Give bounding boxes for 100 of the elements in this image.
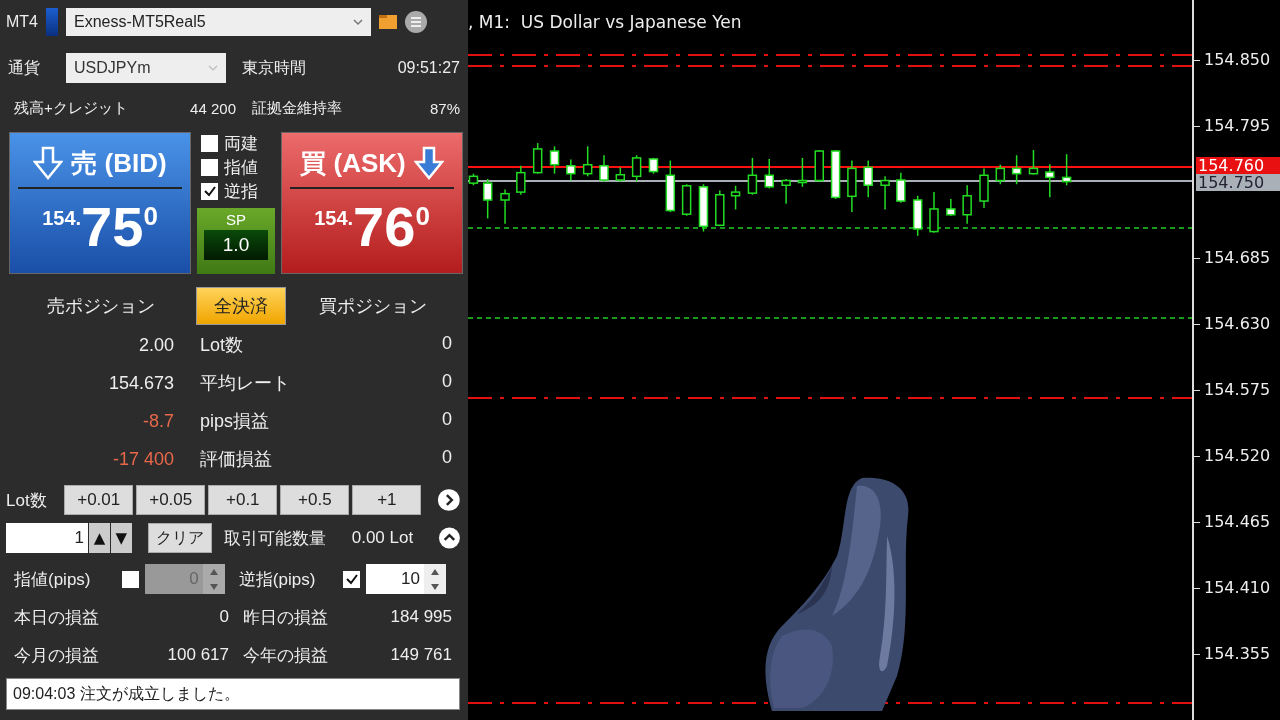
- status-bar: 09:04:03 注文が成立しました。: [6, 678, 460, 710]
- symbol-dropdown[interactable]: USDJPYm: [66, 53, 226, 83]
- candle: [979, 167, 989, 209]
- candle: [698, 183, 709, 233]
- candle: [549, 145, 560, 175]
- sell-position-value: 2.00: [137, 334, 174, 356]
- position-label: 評価損益: [200, 448, 272, 471]
- profit-label: 今年の損益: [242, 644, 329, 667]
- currency-label: 通貨: [7, 57, 41, 78]
- candle: [648, 157, 659, 175]
- candle: [631, 154, 642, 183]
- candle: [532, 142, 543, 175]
- option-label: 指値: [224, 156, 258, 179]
- sell-position-value: 154.673: [107, 372, 174, 394]
- tokyo-time-label: 東京時間: [242, 57, 306, 78]
- profit-value: 0: [218, 607, 229, 627]
- price-axis-label: 154.685: [1204, 248, 1271, 267]
- menu-icon[interactable]: [405, 11, 427, 33]
- profit-value: 184 995: [389, 607, 452, 627]
- profit-label: 今月の損益: [14, 644, 100, 667]
- candle: [599, 154, 609, 183]
- sell-position-value: -17 400: [111, 448, 174, 470]
- price-axis-label: 154.520: [1204, 446, 1271, 465]
- stop-label: 逆指(pips): [238, 568, 317, 591]
- buy-positions-heading: 買ポジション: [318, 295, 428, 318]
- candle: [681, 183, 692, 217]
- position-label: 平均レート: [200, 372, 290, 395]
- candle: [615, 166, 626, 183]
- candle: [962, 184, 972, 225]
- candle: [566, 158, 576, 182]
- price-axis-label: 154.410: [1204, 578, 1271, 597]
- spread-label: SP: [226, 211, 246, 228]
- lot-increment-button[interactable]: +1: [352, 485, 422, 515]
- option-label: 両建: [224, 132, 258, 155]
- candle: [1045, 163, 1055, 199]
- price-axis-label: 154.795: [1204, 116, 1271, 135]
- chart-title: , M1: US Dollar vs Japanese Yen: [468, 12, 742, 32]
- clock-text: 09:51:27: [397, 59, 460, 77]
- margin-level-label: 証拠金維持率: [252, 98, 342, 118]
- clear-button[interactable]: クリア: [147, 523, 213, 553]
- arrow-down-icon: [413, 146, 444, 180]
- balance-label: 残高+クレジット: [13, 98, 129, 118]
- position-label: pips損益: [200, 410, 270, 433]
- sell-position-value: -8.7: [141, 410, 174, 432]
- candle: [715, 189, 725, 228]
- decrease-button[interactable]: ▼: [110, 523, 132, 553]
- checkbox[interactable]: [201, 182, 218, 200]
- candle: [830, 149, 841, 200]
- checkbox[interactable]: [201, 158, 218, 176]
- buy-position-value: 0: [442, 333, 452, 355]
- chevron-up-icon[interactable]: [439, 527, 460, 549]
- lot-increment-button[interactable]: +0.1: [208, 485, 278, 515]
- candle: [880, 175, 890, 211]
- price-tag: 154.760: [1196, 157, 1280, 174]
- candle: [730, 185, 741, 211]
- checkbox[interactable]: [201, 134, 218, 152]
- candle: [516, 165, 526, 196]
- buy-position-value: 0: [442, 409, 452, 431]
- profit-value: 149 761: [389, 645, 452, 665]
- balance-value: 44 200: [189, 99, 236, 117]
- chevron-right-icon[interactable]: [438, 489, 461, 511]
- lot-label: Lot数: [6, 489, 48, 512]
- profit-value: 100 617: [166, 645, 229, 665]
- lot-increment-button[interactable]: +0.5: [280, 485, 350, 515]
- candle: [582, 145, 593, 178]
- checkbox[interactable]: [343, 570, 360, 588]
- increase-button[interactable]: ▲: [89, 523, 110, 553]
- candle: [764, 158, 774, 190]
- checkbox[interactable]: [121, 570, 139, 588]
- candle: [482, 178, 493, 220]
- available-volume-label: 取引可能数量: [224, 527, 328, 550]
- profit-label: 本日の損益: [14, 606, 100, 629]
- candle: [946, 198, 956, 217]
- price-tag: 154.750: [1196, 174, 1280, 191]
- lot-increment-button[interactable]: +0.05: [136, 485, 206, 515]
- caret-icon: [208, 64, 218, 72]
- lot-quantity-field[interactable]: 1: [6, 523, 88, 553]
- candle: [1011, 154, 1022, 185]
- candle: [500, 188, 510, 225]
- candle: [814, 149, 824, 183]
- candle: [896, 171, 906, 204]
- candle: [665, 159, 676, 213]
- server-dropdown[interactable]: Exness-MT5Real5: [66, 8, 371, 36]
- caret-icon: [353, 18, 363, 26]
- sell-positions-heading: 売ポジション: [46, 295, 156, 318]
- lot-increment-button[interactable]: +0.01: [64, 485, 134, 515]
- candle: [1061, 153, 1072, 186]
- buy-position-value: 0: [442, 371, 452, 393]
- spread-value: 1.0: [204, 230, 268, 260]
- price-axis-label: 154.630: [1204, 314, 1271, 333]
- price-axis-label: 154.850: [1204, 50, 1271, 69]
- candle: [929, 191, 939, 234]
- platform-label: MT4: [6, 13, 38, 31]
- candle: [847, 159, 857, 213]
- candle: [797, 157, 808, 188]
- candle: [747, 157, 758, 196]
- close-all-button[interactable]: 全決済: [196, 287, 286, 325]
- arrow-down-icon: [33, 146, 64, 180]
- candle: [995, 164, 1006, 185]
- price-axis-label: 154.465: [1204, 512, 1271, 531]
